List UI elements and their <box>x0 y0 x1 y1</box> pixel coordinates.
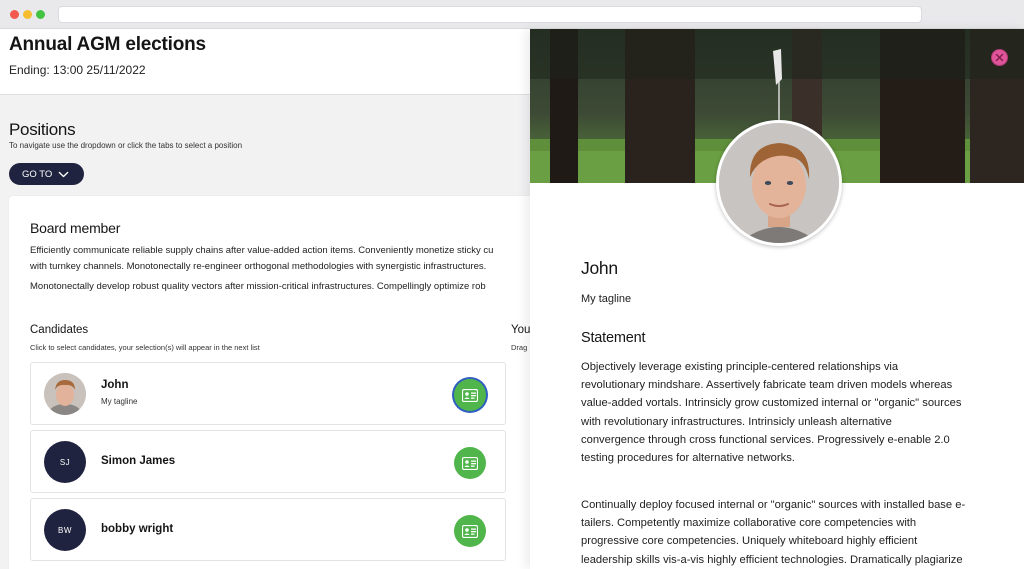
candidate-initials-avatar: BW <box>44 509 86 551</box>
id-card-icon <box>462 388 478 402</box>
address-bar[interactable] <box>58 6 922 23</box>
candidate-initials-avatar: SJ <box>44 441 86 483</box>
candidates-hint: Click to select candidates, your selecti… <box>30 343 260 352</box>
candidate-profile-panel: John My tagline Statement Objectively le… <box>530 29 1024 569</box>
candidate-portrait <box>719 123 839 243</box>
statement-line: Continually deploy focused internal or "… <box>581 499 966 511</box>
statement-paragraph: Objectively leverage existing principle-… <box>581 358 986 467</box>
selection-hint: Drag <box>511 343 528 352</box>
candidate-card-simon-james[interactable]: SJ Simon James <box>30 430 506 493</box>
candidates-heading: Candidates <box>30 324 89 336</box>
browser-chrome <box>0 0 1024 29</box>
id-card-icon <box>462 524 478 538</box>
position-description-line: Efficiently communicate reliable supply … <box>30 245 494 256</box>
candidate-name: bobby wright <box>101 523 174 535</box>
position-description-line: with turnkey channels. Monotonectally re… <box>30 261 487 272</box>
position-title: Board member <box>30 220 121 236</box>
statement-line: tailers. Competently maximize collaborat… <box>581 517 917 530</box>
candidate-avatar <box>44 373 86 415</box>
statement-line: with revolutionary infrastructures. Intr… <box>581 415 892 428</box>
window-minimize-dot[interactable] <box>23 10 32 19</box>
positions-heading: Positions <box>9 120 76 139</box>
window-maximize-dot[interactable] <box>36 10 45 19</box>
profile-photo <box>716 120 842 246</box>
goto-label: GO TO <box>22 168 53 180</box>
close-panel-button[interactable] <box>991 49 1008 66</box>
statement-line: leadership skills vis-a-vis highly effic… <box>581 553 963 566</box>
view-profile-button[interactable] <box>454 515 486 547</box>
chevron-down-icon <box>58 171 69 177</box>
candidate-card-john[interactable]: John My tagline <box>30 362 506 425</box>
close-icon <box>995 53 1004 62</box>
statement-line: convergence through cross functional ser… <box>581 433 950 446</box>
goto-dropdown-button[interactable]: GO TO <box>9 163 84 185</box>
candidate-name: Simon James <box>101 455 176 467</box>
statement-line: revolutionary mindshare. Assertively fab… <box>581 379 953 392</box>
id-card-icon <box>462 456 478 470</box>
candidate-name: John <box>101 379 129 391</box>
window-close-dot[interactable] <box>10 10 19 19</box>
statement-line: progressive core competencies. Uniquely … <box>581 535 918 548</box>
statement-heading: Statement <box>581 330 646 346</box>
statement-line: testing procedures for alternative netwo… <box>581 452 795 465</box>
profile-name: John <box>581 258 618 278</box>
view-profile-button[interactable] <box>454 379 486 411</box>
position-card: Board member Efficiently communicate rel… <box>9 196 609 569</box>
statement-line: Objectively leverage existing principle-… <box>581 361 899 373</box>
view-profile-button[interactable] <box>454 447 486 479</box>
statement-line: value-added vortals. Intrinsicly grow cu… <box>581 397 962 410</box>
candidate-photo <box>44 373 86 415</box>
position-description-line: Monotonectally develop robust quality ve… <box>30 281 486 292</box>
statement-paragraph: Continually deploy focused internal or "… <box>581 496 986 569</box>
election-ending-time: Ending: 13:00 25/11/2022 <box>9 63 146 77</box>
candidate-tagline: My tagline <box>101 397 138 406</box>
page-title: Annual AGM elections <box>9 34 206 55</box>
positions-hint: To navigate use the dropdown or click th… <box>9 141 243 150</box>
selection-heading: You <box>511 324 531 336</box>
profile-tagline: My tagline <box>581 293 632 305</box>
candidate-card-bobby-wright[interactable]: BW bobby wright <box>30 498 506 561</box>
